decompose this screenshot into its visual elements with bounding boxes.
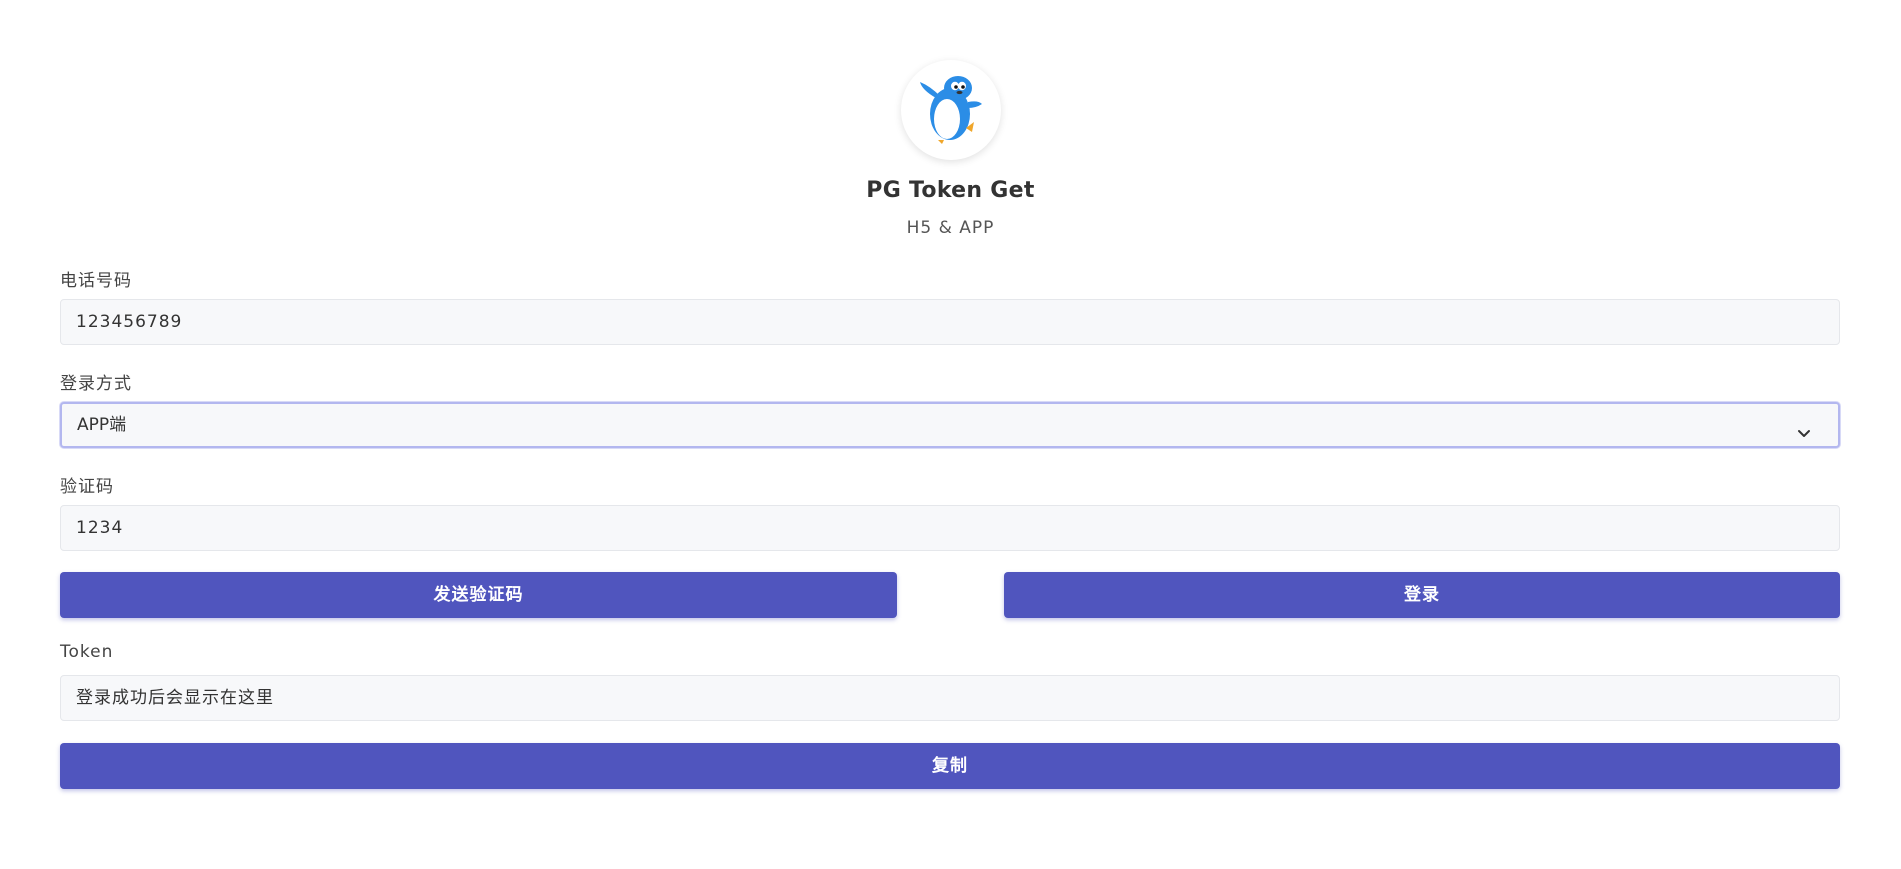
login-method-selected-value: APP端 [77, 415, 127, 435]
token-label: Token [60, 642, 114, 662]
chevron-down-icon [1795, 416, 1813, 437]
phone-input[interactable] [60, 299, 1840, 345]
login-method-select[interactable]: APP端 [60, 402, 1840, 448]
copy-button[interactable]: 复制 [60, 743, 1840, 789]
code-label: 验证码 [60, 477, 114, 497]
penguin-logo-icon [901, 60, 1001, 160]
login-button[interactable]: 登录 [1004, 572, 1840, 618]
login-method-label: 登录方式 [60, 374, 132, 394]
send-code-button[interactable]: 发送验证码 [60, 572, 897, 618]
code-input[interactable] [60, 505, 1840, 551]
page: PG Token Get H5 & APP 电话号码 登录方式 APP端 验证码… [0, 0, 1901, 869]
app-subtitle: H5 & APP [906, 218, 995, 238]
token-output[interactable] [60, 675, 1840, 721]
app-title: PG Token Get [866, 178, 1035, 203]
phone-label: 电话号码 [60, 271, 132, 291]
